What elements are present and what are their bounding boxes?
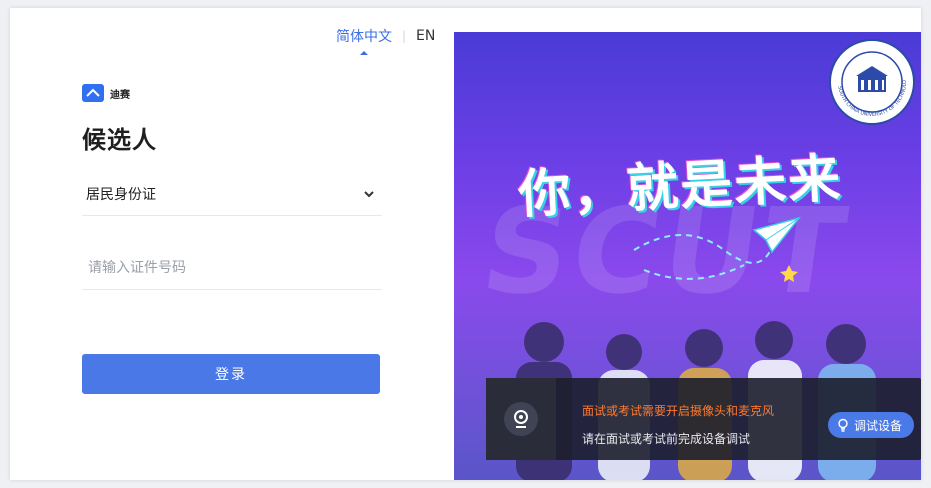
paper-plane-icon [633, 216, 801, 282]
device-test-label: 调试设备 [854, 418, 903, 433]
lang-option-chinese[interactable]: 简体中文 [336, 26, 392, 55]
notice-sub: 请在面试或考试前完成设备调试 [582, 432, 751, 446]
id-type-select[interactable]: 居民身份证 [82, 172, 382, 216]
lang-separator: | [402, 29, 407, 43]
brand: 迪赛 [82, 84, 130, 102]
id-number-field [82, 245, 382, 290]
webcam-box [486, 378, 556, 460]
id-number-input[interactable] [82, 245, 382, 290]
login-page: 简体中文 | EN 迪赛 候选人 居民身份证 登录 SCUT [10, 8, 921, 480]
chevron-down-icon [364, 190, 374, 197]
brand-logo-icon [82, 84, 104, 102]
webcam-icon [504, 402, 538, 436]
brand-name: 迪赛 [110, 89, 130, 101]
device-notice: 面试或考试需要开启摄像头和麦克风 请在面试或考试前完成设备调试 调试设备 [486, 378, 921, 460]
language-switcher: 简体中文 | EN [336, 26, 435, 55]
lang-option-english[interactable]: EN [416, 28, 435, 44]
lightbulb-icon [838, 418, 848, 432]
device-test-button[interactable]: 调试设备 [828, 412, 915, 438]
login-button[interactable]: 登录 [82, 354, 380, 394]
page-title: 候选人 [82, 126, 157, 154]
university-emblem-icon: SOUTH CHINA UNIVERSITY OF TECHNOLOGY [828, 38, 915, 125]
notice-warning: 面试或考试需要开启摄像头和麦克风 [582, 404, 775, 418]
id-type-value: 居民身份证 [86, 186, 156, 203]
